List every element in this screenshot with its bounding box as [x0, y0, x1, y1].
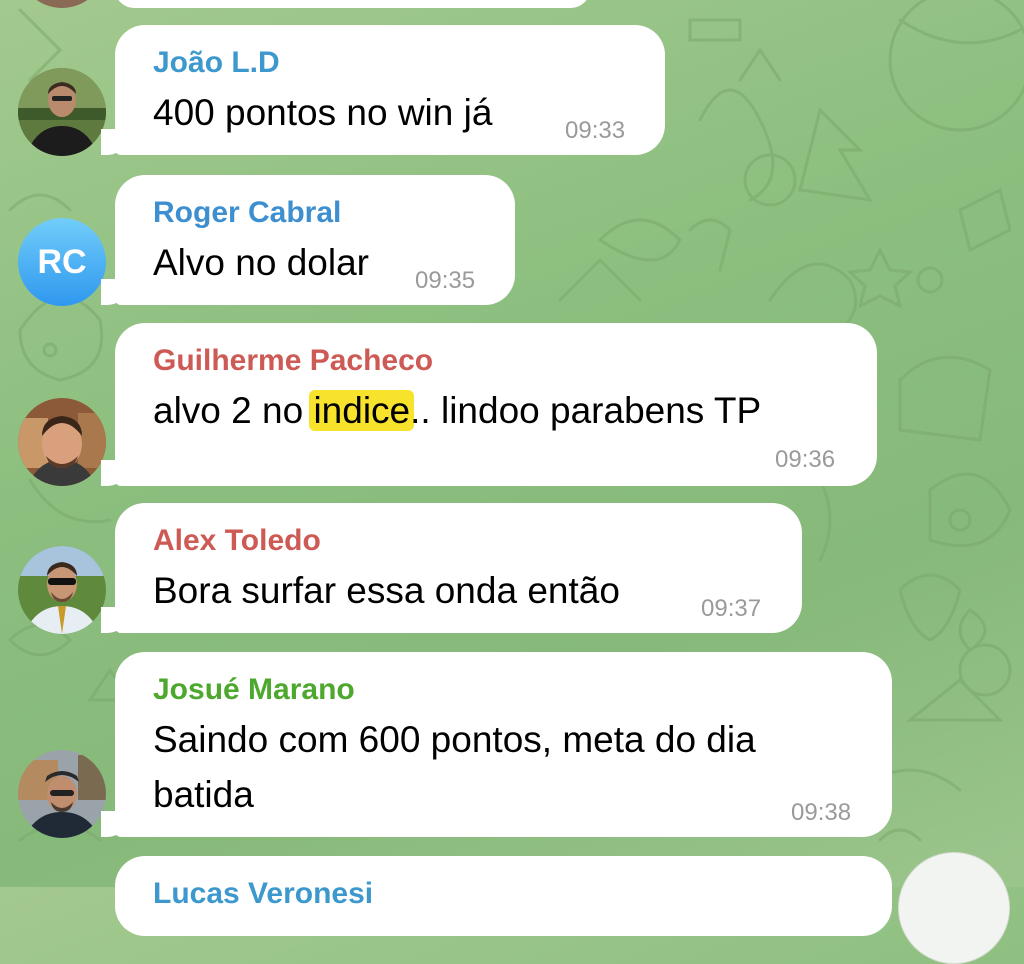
message-timestamp: 09:37 — [701, 595, 762, 622]
message-timestamp: 09:35 — [415, 267, 476, 294]
sender-name[interactable]: Alex Toledo — [153, 524, 321, 558]
scroll-to-bottom-button[interactable] — [898, 852, 1010, 964]
message-bubble-partial-top[interactable] — [115, 0, 590, 8]
message-timestamp: 09:33 — [565, 117, 626, 144]
message-bubble[interactable]: Guilherme Pacheco alvo 2 no indice.. lin… — [101, 323, 877, 486]
message-bubble-partial-bottom[interactable]: Lucas Veronesi — [115, 856, 892, 936]
sender-name[interactable]: Roger Cabral — [153, 196, 341, 230]
sender-name[interactable]: João L.D — [153, 46, 280, 80]
avatar-initials: RC — [37, 242, 87, 281]
sender-name[interactable]: Guilherme Pacheco — [153, 344, 433, 378]
message-text-end: .. lindoo parabens TP — [410, 390, 762, 431]
message-bubble[interactable]: Roger Cabral Alvo no dolar 09:35 — [101, 175, 515, 305]
message-text: 400 pontos no win já — [153, 92, 493, 133]
message-bubble[interactable]: Josué Marano Saindo com 600 pontos, meta… — [101, 652, 892, 837]
sender-name[interactable]: Josué Marano — [153, 673, 355, 707]
message-timestamp: 09:36 — [775, 446, 836, 473]
message-text: Bora surfar essa onda então — [153, 570, 620, 611]
message-text-start: alvo 2 no — [153, 390, 314, 431]
message-text: Alvo no dolar — [153, 242, 369, 283]
message-text-line-2: batida — [153, 774, 254, 815]
message-text: alvo 2 no indice.. lindoo parabens TP — [153, 383, 761, 438]
search-highlight: indice — [309, 390, 415, 431]
message-timestamp: 09:38 — [791, 799, 852, 826]
message-bubble[interactable]: João L.D 400 pontos no win já 09:33 — [101, 25, 665, 155]
message-text-line-1: Saindo com 600 pontos, meta do dia — [153, 719, 756, 760]
message-bubble[interactable]: Alex Toledo Bora surfar essa onda então … — [101, 503, 802, 633]
sender-name[interactable]: Lucas Veronesi — [153, 877, 373, 911]
